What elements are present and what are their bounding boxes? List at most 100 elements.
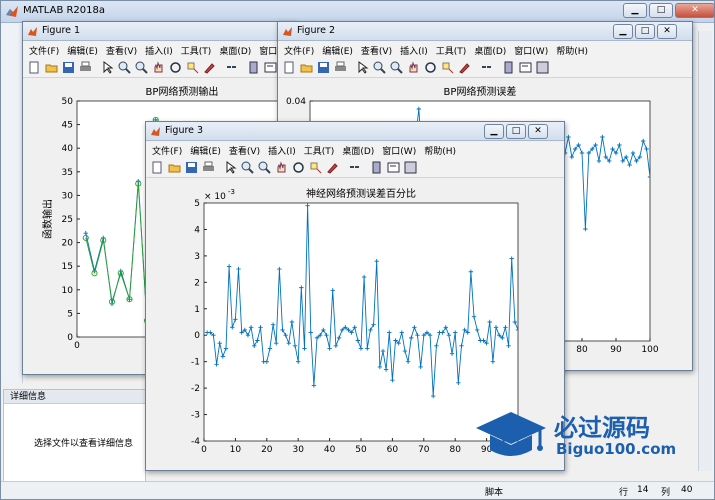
figure-1-title: Figure 1 (42, 25, 81, 36)
link-icon[interactable] (480, 61, 493, 74)
new-file-icon[interactable] (151, 161, 164, 174)
status-row-value: 14 (637, 485, 649, 495)
menu-item[interactable]: 桌面(D) (342, 142, 382, 158)
x-tick-label: 10 (230, 445, 242, 455)
menu-item[interactable]: 插入(I) (268, 142, 304, 158)
y-tick-label: -3 (191, 411, 200, 421)
close-button[interactable]: ✕ (657, 24, 677, 39)
right-scrollbar[interactable] (698, 31, 712, 471)
brush-icon[interactable] (203, 61, 216, 74)
rotate-icon[interactable] (424, 61, 437, 74)
link-icon[interactable] (348, 161, 361, 174)
menu-item[interactable]: 编辑(E) (190, 142, 229, 158)
print-icon[interactable] (79, 61, 92, 74)
figure-1-title-bar[interactable]: Figure 1 (23, 22, 295, 41)
minimize-button[interactable]: ▁ (613, 24, 633, 39)
pan-icon[interactable] (275, 161, 288, 174)
zoom-out-icon[interactable] (258, 161, 271, 174)
chart-title: BP网络预测输出 (146, 85, 219, 98)
menu-item[interactable]: 工具(T) (181, 42, 220, 58)
menu-item[interactable]: 窗口(W) (514, 42, 556, 58)
print-icon[interactable] (202, 161, 215, 174)
zoom-out-icon[interactable] (135, 61, 148, 74)
pointer-icon[interactable] (101, 61, 114, 74)
menu-item[interactable]: 编辑(E) (322, 42, 361, 58)
status-bar: 脚本 行 14 列 40 (1, 481, 714, 499)
legend-icon[interactable] (387, 161, 400, 174)
zoom-in-icon[interactable] (373, 61, 386, 74)
x-tick-label: 30 (292, 445, 304, 455)
menu-item[interactable]: 帮助(H) (556, 42, 596, 58)
plot-tools-icon[interactable] (536, 61, 549, 74)
minimize-button[interactable]: ▁ (623, 3, 647, 18)
y-tick-label: 20 (62, 239, 74, 249)
print-icon[interactable] (334, 61, 347, 74)
menu-item[interactable]: 文件(F) (29, 42, 67, 58)
menu-item[interactable]: 工具(T) (304, 142, 343, 158)
save-icon[interactable] (317, 61, 330, 74)
menu-item[interactable]: 查看(V) (106, 42, 145, 58)
zoom-in-icon[interactable] (118, 61, 131, 74)
brush-icon[interactable] (326, 161, 339, 174)
y-tick-label: 1 (194, 305, 200, 315)
menu-item[interactable]: 桌面(D) (219, 42, 259, 58)
colorbar-icon[interactable] (370, 161, 383, 174)
x-tick-label: 90 (610, 345, 622, 355)
figure-2-title-bar[interactable]: Figure 2 ▁ □ ✕ (278, 22, 692, 41)
menu-item[interactable]: 文件(F) (152, 142, 190, 158)
matlab-window-buttons: ▁ □ ✕ (623, 3, 715, 19)
data-cursor-icon[interactable] (186, 61, 199, 74)
menu-item[interactable]: 工具(T) (436, 42, 475, 58)
rotate-icon[interactable] (169, 61, 182, 74)
figure-2-menu: 文件(F) 编辑(E) 查看(V) 插入(I) 工具(T) 桌面(D) 窗口(W) 帮助(H) (278, 42, 692, 58)
zoom-out-icon[interactable] (390, 61, 403, 74)
open-file-icon[interactable] (300, 61, 313, 74)
menu-item[interactable]: 文件(F) (284, 42, 322, 58)
y-axis-label: 函数输出 (41, 199, 54, 239)
new-file-icon[interactable] (28, 61, 41, 74)
close-button[interactable]: ✕ (528, 124, 548, 139)
colorbar-icon[interactable] (247, 61, 260, 74)
legend-icon[interactable] (519, 61, 532, 74)
status-col-label: 列 (661, 488, 671, 498)
y-tick-label: 0 (194, 331, 200, 341)
figure-3-title-bar[interactable]: Figure 3 ▁ □ ✕ (146, 122, 564, 141)
y-tick-label: 0 (67, 333, 73, 343)
open-file-icon[interactable] (45, 61, 58, 74)
data-cursor-icon[interactable] (309, 161, 322, 174)
pointer-icon[interactable] (224, 161, 237, 174)
pointer-icon[interactable] (356, 61, 369, 74)
new-file-icon[interactable] (283, 61, 296, 74)
zoom-in-icon[interactable] (241, 161, 254, 174)
save-icon[interactable] (185, 161, 198, 174)
legend-icon[interactable] (264, 61, 277, 74)
menu-item[interactable]: 插入(I) (145, 42, 181, 58)
menu-item[interactable]: 查看(V) (361, 42, 400, 58)
pan-icon[interactable] (152, 61, 165, 74)
maximize-button[interactable]: □ (635, 24, 655, 39)
close-button[interactable]: ✕ (675, 3, 715, 18)
menu-item[interactable]: 窗口(W) (382, 142, 424, 158)
brush-icon[interactable] (458, 61, 471, 74)
rotate-icon[interactable] (292, 161, 305, 174)
matlab-title: MATLAB R2018a (23, 5, 106, 16)
open-file-icon[interactable] (168, 161, 181, 174)
data-cursor-icon[interactable] (441, 61, 454, 74)
menu-item[interactable]: 桌面(D) (474, 42, 514, 58)
link-icon[interactable] (225, 61, 238, 74)
minimize-button[interactable]: ▁ (484, 124, 504, 139)
save-icon[interactable] (62, 61, 75, 74)
pan-icon[interactable] (407, 61, 420, 74)
colorbar-icon[interactable] (502, 61, 515, 74)
maximize-button[interactable]: □ (649, 3, 673, 18)
matlab-title-bar[interactable]: MATLAB R2018a ▁ □ ✕ (1, 1, 715, 23)
menu-item[interactable]: 编辑(E) (67, 42, 106, 58)
plot-tools-icon[interactable] (404, 161, 417, 174)
menu-item[interactable]: 帮助(H) (424, 142, 464, 158)
menu-item[interactable]: 插入(I) (400, 42, 436, 58)
x-tick-label: 80 (449, 445, 461, 455)
maximize-button[interactable]: □ (506, 124, 526, 139)
figure-1-menu: 文件(F)编辑(E)查看(V)插入(I)工具(T)桌面(D)窗口(W)帮助(H) (23, 42, 333, 58)
status-row-label: 行 (619, 488, 629, 498)
menu-item[interactable]: 查看(V) (229, 142, 268, 158)
